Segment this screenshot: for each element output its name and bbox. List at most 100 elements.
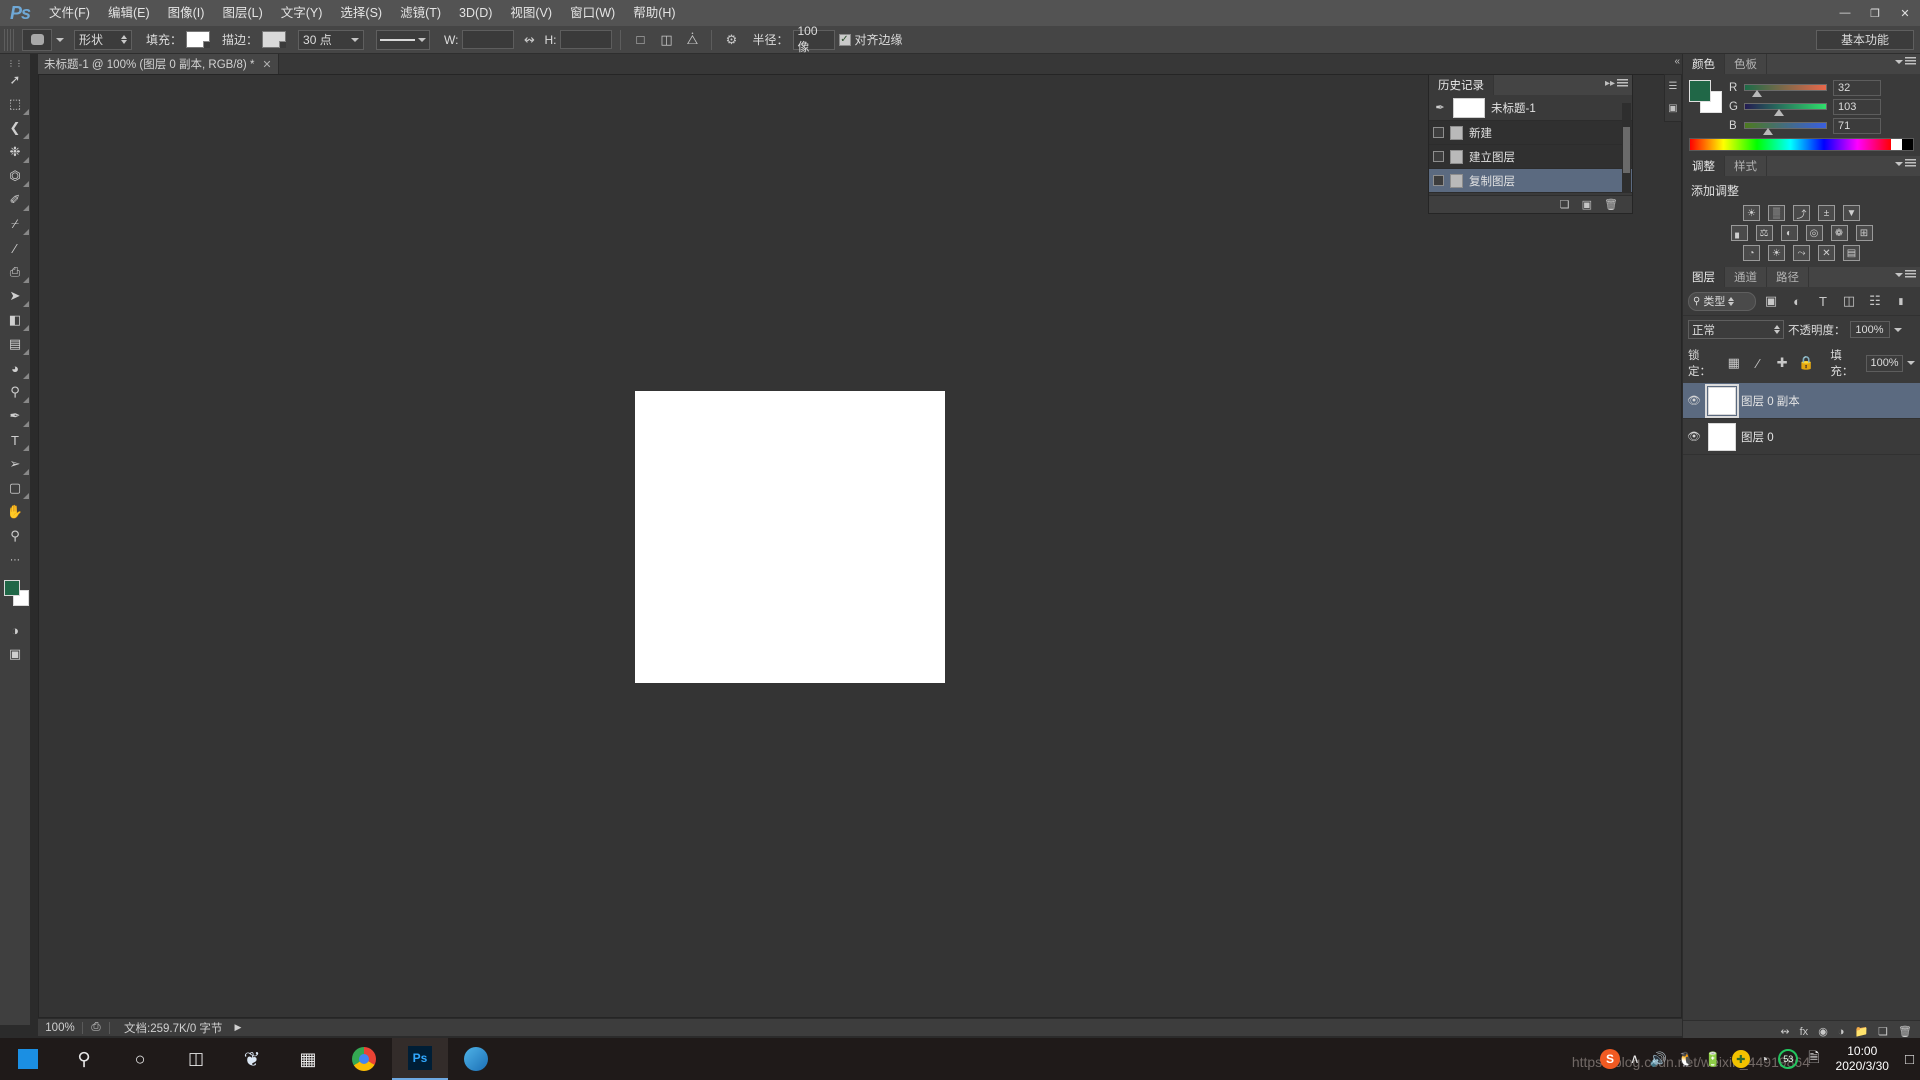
zoom-level[interactable]: 100%	[38, 1022, 82, 1034]
tab-history[interactable]: 历史记录	[1429, 75, 1494, 95]
quick-selection-tool[interactable]: ❉	[0, 140, 30, 164]
channel-knob-b[interactable]	[1763, 127, 1773, 135]
menu-3d[interactable]: 3D(D)	[450, 0, 501, 26]
lock-position-icon[interactable]: ✚	[1772, 353, 1792, 373]
new-snapshot-icon[interactable]: ❏	[1560, 198, 1570, 211]
lasso-tool[interactable]: ❮	[0, 116, 30, 140]
edit-toolbar-icon[interactable]: ⋯	[0, 548, 30, 572]
channel-value-r[interactable]: 32	[1833, 80, 1881, 96]
tab-paths[interactable]: 路径	[1767, 267, 1809, 287]
filter-toggle-switch[interactable]: ▮	[1890, 291, 1912, 311]
rectangle-tool[interactable]: ▢	[0, 476, 30, 500]
hamburger-menu-icon[interactable]	[1905, 57, 1916, 66]
width-input[interactable]	[462, 30, 515, 49]
selective-color-icon[interactable]: ✕	[1818, 245, 1835, 261]
clone-stamp-tool[interactable]: ⎙	[0, 260, 30, 284]
workspace-switcher-button[interactable]: 基本功能	[1816, 29, 1914, 50]
menu-window[interactable]: 窗口(W)	[561, 0, 624, 26]
shape-filter-icon[interactable]: ◫	[1838, 291, 1860, 311]
taskbar-search[interactable]: ⚲	[56, 1038, 112, 1080]
exposure-icon[interactable]: ±	[1818, 205, 1835, 221]
zoom-tool[interactable]: ⚲	[0, 524, 30, 548]
blur-tool[interactable]: ◕	[0, 356, 30, 380]
stroke-color-swatch[interactable]	[262, 31, 287, 48]
active-tool-icon[interactable]	[22, 28, 52, 51]
color-balance-icon[interactable]: ⚖	[1755, 225, 1773, 241]
tab-channels[interactable]: 通道	[1725, 267, 1767, 287]
hamburger-menu-icon[interactable]	[1905, 159, 1916, 168]
history-item-create-layer[interactable]: 建立图层	[1429, 145, 1632, 169]
hand-tool[interactable]: ✋	[0, 500, 30, 524]
align-edges-checkbox[interactable]: ✓	[838, 33, 851, 46]
stroke-style-select[interactable]	[376, 29, 431, 50]
crop-tool[interactable]: ⏣	[0, 164, 30, 188]
start-button[interactable]	[0, 1038, 56, 1080]
pen-tool[interactable]: ✒	[0, 404, 30, 428]
document-tab-close-icon[interactable]: ✕	[262, 58, 271, 71]
history-snapshot-row[interactable]: ✒ 未标题-1	[1429, 95, 1632, 121]
menu-help[interactable]: 帮助(H)	[624, 0, 684, 26]
security-icon[interactable]: ✚	[1731, 1050, 1750, 1068]
foreground-color-swatch[interactable]	[4, 580, 20, 596]
menu-image[interactable]: 图像(I)	[159, 0, 214, 26]
brushes-panel-icon[interactable]: ☰	[1665, 75, 1681, 97]
canvas-area[interactable]	[38, 74, 1682, 1018]
status-bar-expand-icon[interactable]: ▶	[234, 1022, 241, 1033]
taskbar-edge[interactable]	[448, 1038, 504, 1080]
minimize-button[interactable]: —	[1830, 0, 1860, 26]
tab-styles[interactable]: 样式	[1725, 156, 1767, 176]
hamburger-menu-icon[interactable]	[1617, 79, 1628, 88]
taskbar-photoshop[interactable]: Ps	[392, 1038, 448, 1080]
menu-file[interactable]: 文件(F)	[40, 0, 99, 26]
channel-slider-g[interactable]	[1744, 102, 1827, 116]
eyedropper-tool[interactable]: ✐	[0, 188, 30, 212]
options-bar-grip[interactable]	[4, 28, 14, 51]
document-tab[interactable]: 未标题-1 @ 100% (图层 0 副本, RGB/8) * ✕	[38, 54, 279, 74]
menu-select[interactable]: 选择(S)	[331, 0, 391, 26]
chevron-down-icon[interactable]	[1895, 161, 1903, 166]
qq-penguin-icon[interactable]: 🐧	[1677, 1051, 1694, 1068]
layer-mask-icon[interactable]: ◉	[1818, 1025, 1828, 1038]
history-item-new[interactable]: 新建	[1429, 121, 1632, 145]
show-hidden-icons-icon[interactable]: ∧	[1630, 1051, 1640, 1067]
type-tool[interactable]: T	[0, 428, 30, 452]
artboard[interactable]	[635, 391, 945, 683]
history-brush-checkbox[interactable]	[1433, 151, 1444, 162]
layer-thumbnail[interactable]	[1708, 422, 1736, 451]
type-filter-icon[interactable]: T	[1812, 291, 1834, 311]
history-brush-checkbox[interactable]	[1433, 127, 1444, 138]
path-arrangement-icon[interactable]: ⧊	[681, 30, 703, 50]
wifi-icon[interactable]: ◔	[1760, 1051, 1768, 1067]
move-tool[interactable]: ➚	[0, 68, 30, 92]
volume-icon[interactable]: 🔊	[1650, 1051, 1667, 1068]
channel-slider-b[interactable]	[1744, 121, 1827, 135]
channel-value-b[interactable]: 71	[1833, 118, 1881, 134]
new-group-icon[interactable]: 📁	[1854, 1025, 1868, 1038]
menu-filter[interactable]: 滤镜(T)	[391, 0, 450, 26]
camera-icon[interactable]: ▣	[1582, 198, 1592, 211]
fill-color-swatch[interactable]	[186, 31, 211, 48]
color-lookup-icon[interactable]: ⊞	[1855, 225, 1873, 241]
document-info-icon[interactable]: ⎙	[83, 1021, 109, 1034]
sogou-input-icon[interactable]: S	[1599, 1049, 1620, 1069]
levels-icon[interactable]: ▒	[1768, 205, 1785, 221]
threshold-icon[interactable]: ⤳	[1793, 245, 1810, 261]
history-brush-tool[interactable]: ➤	[0, 284, 30, 308]
foreground-color-swatch[interactable]	[1689, 80, 1711, 102]
clock[interactable]: 10:00 2020/3/30	[1830, 1044, 1895, 1074]
layer-row-base[interactable]: 👁 图层 0	[1683, 419, 1920, 455]
expand-dock-icon[interactable]: «	[1674, 56, 1680, 67]
fill-value[interactable]: 100%	[1866, 354, 1903, 372]
new-fill-adjustment-icon[interactable]: ◑	[1838, 1026, 1845, 1038]
path-operations-icon[interactable]: □	[629, 30, 651, 50]
spectrum-white[interactable]	[1891, 139, 1902, 150]
taskbar-task-view[interactable]: ◫	[168, 1038, 224, 1080]
channel-value-g[interactable]: 103	[1833, 99, 1881, 115]
posterize-icon[interactable]: ☀	[1768, 245, 1785, 261]
screen-mode-tool[interactable]: ▣	[0, 642, 30, 666]
path-selection-tool[interactable]: ➢	[0, 452, 30, 476]
vibrance-icon[interactable]: ▼	[1843, 205, 1860, 221]
gear-icon[interactable]: ⚙	[720, 30, 742, 50]
lock-transparent-icon[interactable]: ▦	[1724, 353, 1744, 373]
lock-image-icon[interactable]: ∕	[1748, 353, 1768, 373]
